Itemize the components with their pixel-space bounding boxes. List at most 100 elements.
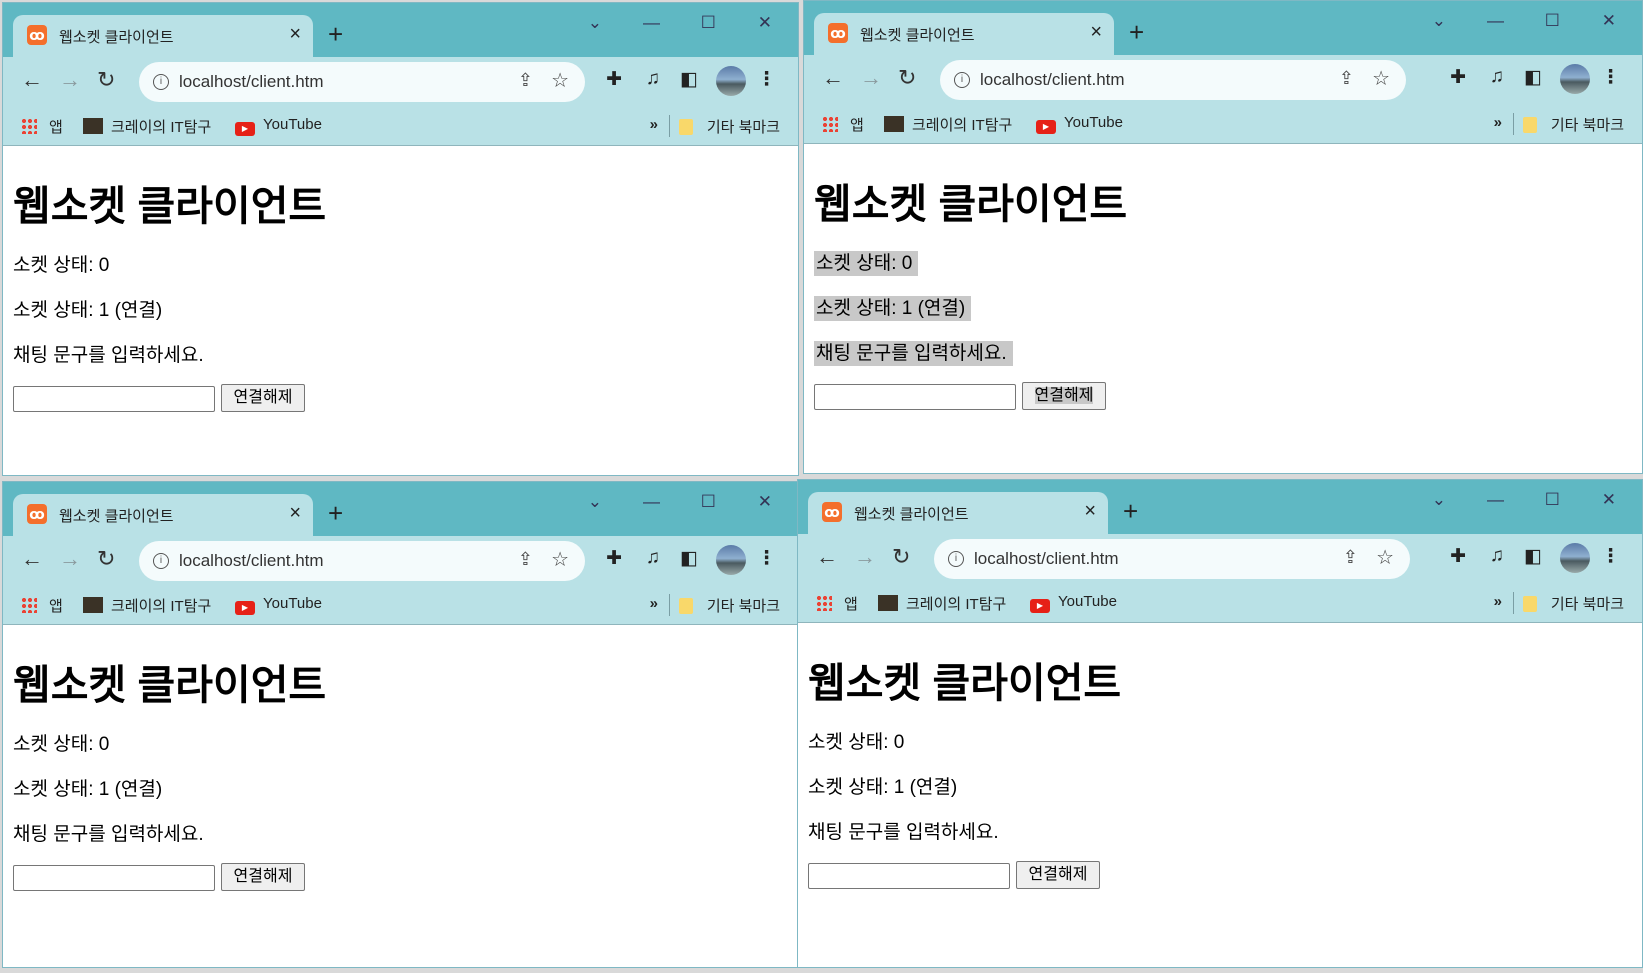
side-panel-icon[interactable]: ◧	[680, 547, 698, 570]
other-bookmarks-folder[interactable]: 기타 북마크	[1522, 593, 1624, 614]
profile-avatar[interactable]	[1560, 64, 1590, 94]
maximize-button[interactable]: ☐	[1545, 11, 1560, 31]
browser-tab[interactable]: ꝏ 웹소켓 클라이언트 ×	[814, 13, 1114, 55]
maximize-button[interactable]: ☐	[701, 492, 716, 512]
minimize-button[interactable]: —	[1487, 490, 1504, 510]
forward-arrow-icon[interactable]: →	[860, 65, 882, 91]
address-bar[interactable]: i localhost/client.htm ⇪ ☆	[139, 62, 585, 102]
bookmark-apps[interactable]: 앱	[21, 116, 63, 137]
bookmarks-overflow-button[interactable]: »	[1494, 593, 1502, 610]
side-panel-icon[interactable]: ◧	[1524, 66, 1542, 89]
media-control-icon[interactable]: ♫	[646, 68, 660, 90]
forward-arrow-icon[interactable]: →	[59, 67, 81, 93]
chat-input[interactable]	[814, 384, 1016, 410]
bookmark-coding[interactable]: 크레이의 IT탐구	[884, 114, 1012, 135]
address-bar[interactable]: i localhost/client.htm ⇪ ☆	[940, 60, 1406, 100]
close-window-button[interactable]: ✕	[1602, 11, 1616, 31]
disconnect-button[interactable]: 연결해제	[1016, 861, 1100, 889]
side-panel-icon[interactable]: ◧	[1524, 545, 1542, 568]
bookmark-apps[interactable]: 앱	[816, 593, 858, 614]
bookmark-star-icon[interactable]: ☆	[551, 547, 569, 572]
address-bar[interactable]: i localhost/client.htm ⇪ ☆	[139, 541, 585, 581]
minimize-button[interactable]: —	[643, 13, 660, 33]
bookmark-coding[interactable]: 크레이의 IT탐구	[83, 116, 211, 137]
profile-avatar[interactable]	[1560, 543, 1590, 573]
other-bookmarks-folder[interactable]: 기타 북마크	[1522, 114, 1624, 135]
bookmark-youtube[interactable]: ▶ YouTube	[1036, 114, 1123, 134]
share-icon[interactable]: ⇪	[518, 549, 533, 570]
browser-tab[interactable]: ꝏ 웹소켓 클라이언트 ×	[13, 494, 313, 536]
forward-arrow-icon[interactable]: →	[59, 546, 81, 572]
bookmark-youtube[interactable]: ▶ YouTube	[235, 116, 322, 136]
share-icon[interactable]: ⇪	[518, 70, 533, 91]
forward-arrow-icon[interactable]: →	[854, 544, 876, 570]
address-bar[interactable]: i localhost/client.htm ⇪ ☆	[934, 539, 1410, 579]
chat-input[interactable]	[13, 865, 215, 891]
bookmark-youtube[interactable]: ▶ YouTube	[1030, 593, 1117, 613]
tab-search-icon[interactable]: ⌄	[1432, 11, 1446, 31]
reload-icon[interactable]: ↻	[898, 65, 916, 91]
url-text[interactable]: localhost/client.htm	[974, 549, 1119, 569]
media-control-icon[interactable]: ♫	[1490, 545, 1504, 567]
extensions-puzzle-icon[interactable]: ✚	[606, 68, 622, 91]
site-info-icon[interactable]: i	[153, 74, 169, 90]
tab-close-icon[interactable]: ×	[1090, 21, 1102, 44]
reload-icon[interactable]: ↻	[97, 67, 115, 93]
new-tab-button[interactable]: +	[328, 19, 343, 50]
disconnect-button[interactable]: 연결해제	[1022, 382, 1106, 410]
bookmarks-overflow-button[interactable]: »	[650, 595, 658, 612]
bookmark-apps[interactable]: 앱	[21, 595, 63, 616]
tab-search-icon[interactable]: ⌄	[1432, 490, 1446, 510]
bookmark-star-icon[interactable]: ☆	[551, 68, 569, 93]
bookmark-youtube[interactable]: ▶ YouTube	[235, 595, 322, 615]
bookmarks-overflow-button[interactable]: »	[650, 116, 658, 133]
kebab-menu-icon[interactable]: ⋮	[757, 68, 776, 91]
tab-close-icon[interactable]: ×	[1084, 500, 1096, 523]
new-tab-button[interactable]: +	[1129, 17, 1144, 48]
bookmark-star-icon[interactable]: ☆	[1372, 66, 1390, 91]
back-arrow-icon[interactable]: ←	[21, 546, 43, 572]
bookmark-coding[interactable]: 크레이의 IT탐구	[878, 593, 1006, 614]
tab-close-icon[interactable]: ×	[289, 502, 301, 525]
site-info-icon[interactable]: i	[954, 72, 970, 88]
url-text[interactable]: localhost/client.htm	[980, 70, 1125, 90]
extensions-puzzle-icon[interactable]: ✚	[1450, 545, 1466, 568]
browser-tab[interactable]: ꝏ 웹소켓 클라이언트 ×	[13, 15, 313, 57]
tab-close-icon[interactable]: ×	[289, 23, 301, 46]
media-control-icon[interactable]: ♫	[646, 547, 660, 569]
new-tab-button[interactable]: +	[1123, 496, 1138, 527]
reload-icon[interactable]: ↻	[97, 546, 115, 572]
share-icon[interactable]: ⇪	[1343, 547, 1358, 568]
chat-input[interactable]	[13, 386, 215, 412]
site-info-icon[interactable]: i	[153, 553, 169, 569]
chat-input[interactable]	[808, 863, 1010, 889]
kebab-menu-icon[interactable]: ⋮	[1601, 66, 1620, 89]
bookmark-star-icon[interactable]: ☆	[1376, 545, 1394, 570]
reload-icon[interactable]: ↻	[892, 544, 910, 570]
media-control-icon[interactable]: ♫	[1490, 66, 1504, 88]
back-arrow-icon[interactable]: ←	[822, 65, 844, 91]
minimize-button[interactable]: —	[643, 492, 660, 512]
kebab-menu-icon[interactable]: ⋮	[1601, 545, 1620, 568]
disconnect-button[interactable]: 연결해제	[221, 863, 305, 891]
site-info-icon[interactable]: i	[948, 551, 964, 567]
extensions-puzzle-icon[interactable]: ✚	[1450, 66, 1466, 89]
close-window-button[interactable]: ✕	[758, 13, 772, 33]
disconnect-button[interactable]: 연결해제	[221, 384, 305, 412]
minimize-button[interactable]: —	[1487, 11, 1504, 31]
tab-search-icon[interactable]: ⌄	[588, 13, 602, 33]
bookmark-apps[interactable]: 앱	[822, 114, 864, 135]
other-bookmarks-folder[interactable]: 기타 북마크	[678, 116, 780, 137]
browser-tab[interactable]: ꝏ 웹소켓 클라이언트 ×	[808, 492, 1108, 534]
bookmark-coding[interactable]: 크레이의 IT탐구	[83, 595, 211, 616]
kebab-menu-icon[interactable]: ⋮	[757, 547, 776, 570]
close-window-button[interactable]: ✕	[1602, 490, 1616, 510]
url-text[interactable]: localhost/client.htm	[179, 72, 324, 92]
profile-avatar[interactable]	[716, 545, 746, 575]
back-arrow-icon[interactable]: ←	[816, 544, 838, 570]
side-panel-icon[interactable]: ◧	[680, 68, 698, 91]
maximize-button[interactable]: ☐	[701, 13, 716, 33]
tab-search-icon[interactable]: ⌄	[588, 492, 602, 512]
bookmarks-overflow-button[interactable]: »	[1494, 114, 1502, 131]
profile-avatar[interactable]	[716, 66, 746, 96]
